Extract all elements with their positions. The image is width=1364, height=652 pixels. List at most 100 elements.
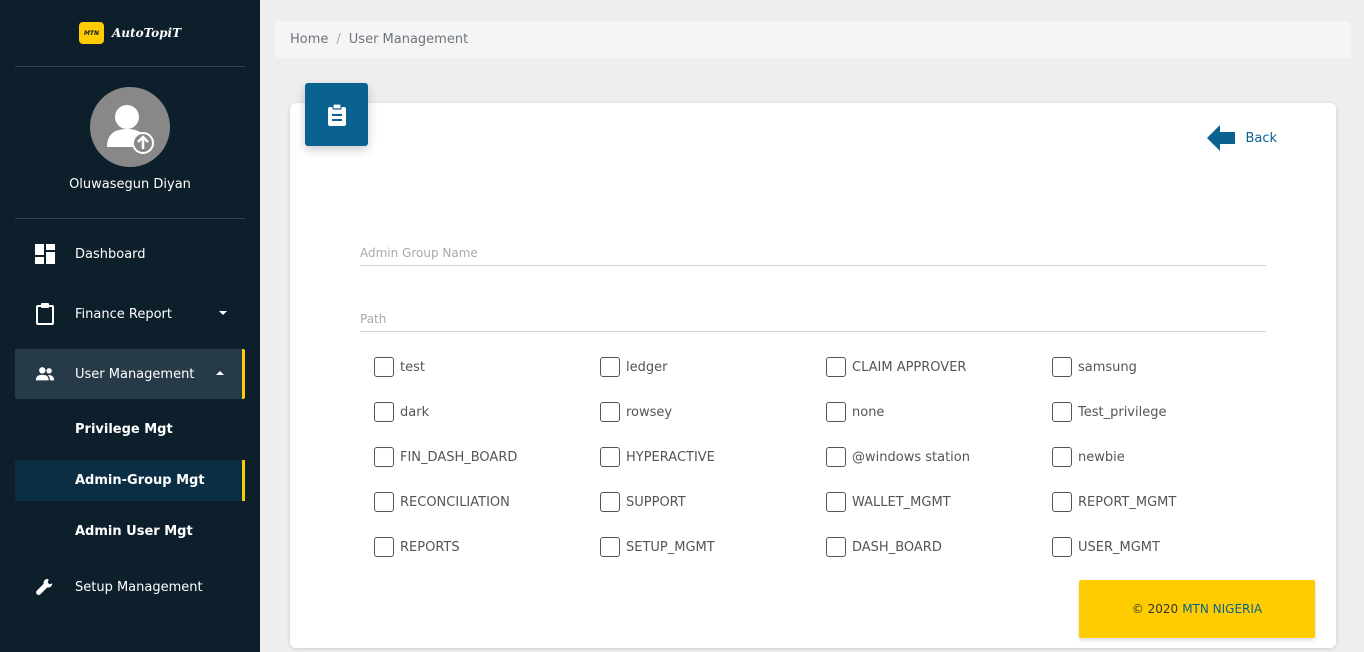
privilege-checkbox-item[interactable]: rowsey	[600, 400, 826, 424]
checkbox[interactable]	[600, 447, 620, 467]
checkbox[interactable]	[374, 447, 394, 467]
privilege-checkbox-item[interactable]: SUPPORT	[600, 490, 826, 514]
sidebar-item-label: User Management	[75, 366, 195, 382]
checkbox[interactable]	[600, 537, 620, 557]
checkbox-label: RECONCILIATION	[400, 494, 510, 510]
breadcrumb-current: User Management	[348, 32, 469, 47]
checkbox-label: WALLET_MGMT	[852, 494, 951, 510]
privilege-checkbox-item[interactable]: USER_MGMT	[1052, 535, 1278, 559]
checkbox[interactable]	[374, 492, 394, 512]
checkbox-label: rowsey	[626, 404, 673, 420]
sidebar-item-label: Finance Report	[75, 306, 172, 322]
checkbox[interactable]	[600, 492, 620, 512]
privilege-checkbox-item[interactable]: REPORT_MGMT	[1052, 490, 1278, 514]
privilege-checkbox-item[interactable]: REPORTS	[374, 535, 600, 559]
user-profile: Oluwasegun Diyan	[15, 67, 245, 219]
sidebar-subitem-privilege-mgt[interactable]: Privilege Mgt	[15, 409, 245, 450]
checkbox-label: DASH_BOARD	[852, 539, 942, 555]
sidebar-subitem-admin-user-mgt[interactable]: Admin User Mgt	[15, 511, 245, 552]
checkbox[interactable]	[1052, 537, 1072, 557]
checkbox[interactable]	[1052, 402, 1072, 422]
privilege-checkbox-item[interactable]: @windows station	[826, 445, 1052, 469]
checkbox[interactable]	[1052, 447, 1072, 467]
checkbox-label: newbie	[1078, 449, 1125, 465]
admin-group-name-field	[360, 236, 1266, 266]
sidebar-item-setup-management[interactable]: Setup Management	[15, 562, 245, 612]
checkbox-label: ledger	[626, 359, 668, 375]
sidebar-item-finance-report[interactable]: Finance Report	[15, 289, 245, 339]
checkbox[interactable]	[374, 402, 394, 422]
breadcrumb-separator: /	[336, 32, 341, 47]
privilege-checkbox-item[interactable]: ledger	[600, 355, 826, 379]
privilege-checkbox-item[interactable]: HYPERACTIVE	[600, 445, 826, 469]
footer-company-link[interactable]: MTN NIGERIA	[1182, 602, 1262, 616]
privilege-checkbox-item[interactable]: SETUP_MGMT	[600, 535, 826, 559]
sidebar-item-label: Setup Management	[75, 579, 203, 595]
checkbox-label: Test_privilege	[1078, 404, 1167, 420]
sidebar-subitem-label: Admin User Mgt	[75, 524, 193, 539]
sidebar-nav: Dashboard Finance Report User Management…	[0, 229, 260, 612]
privilege-checkbox-item[interactable]: dark	[374, 400, 600, 424]
caret-down-icon	[219, 311, 227, 315]
checkbox-label: dark	[400, 404, 430, 420]
back-label: Back	[1245, 130, 1277, 146]
checkbox-label: samsung	[1078, 359, 1137, 375]
caret-up-icon	[216, 371, 224, 375]
checkbox[interactable]	[374, 357, 394, 377]
user-upload-icon	[107, 105, 154, 154]
brand-name: AutoTopiT	[111, 26, 182, 40]
users-icon	[35, 364, 55, 384]
checkbox-label: REPORT_MGMT	[1078, 494, 1177, 510]
path-input[interactable]	[360, 302, 1266, 331]
privilege-checkbox-item[interactable]: test	[374, 355, 600, 379]
breadcrumb-home[interactable]: Home	[290, 32, 328, 47]
privilege-checkbox-item[interactable]: newbie	[1052, 445, 1278, 469]
checkbox[interactable]	[374, 537, 394, 557]
sidebar-item-label: Dashboard	[75, 246, 146, 262]
checkbox-label: SETUP_MGMT	[626, 539, 715, 555]
sidebar-subitem-admin-group-mgt[interactable]: Admin-Group Mgt	[15, 460, 245, 501]
checkbox-label: CLAIM APPROVER	[852, 359, 967, 375]
back-button[interactable]: Back	[1207, 125, 1277, 151]
footer-copyright: © 2020	[1131, 602, 1179, 616]
path-field	[360, 302, 1266, 332]
dashboard-icon	[35, 244, 55, 264]
checkbox-label: USER_MGMT	[1078, 539, 1160, 555]
checkbox[interactable]	[826, 537, 846, 557]
privilege-checkbox-item[interactable]: samsung	[1052, 355, 1278, 379]
arrow-left-icon	[1207, 125, 1236, 151]
checkbox[interactable]	[826, 402, 846, 422]
admin-group-form-card: Back test ledger CLAIM APPROVER samsung dark…	[290, 103, 1336, 648]
checkbox[interactable]	[1052, 492, 1072, 512]
checkbox[interactable]	[600, 402, 620, 422]
privilege-checkbox-item[interactable]: FIN_DASH_BOARD	[374, 445, 600, 469]
privilege-checkbox-item[interactable]: RECONCILIATION	[374, 490, 600, 514]
checkbox-label: test	[400, 359, 425, 375]
card-header-icon	[305, 83, 368, 146]
brand[interactable]: MTN AutoTopiT	[15, 0, 245, 67]
privilege-checkbox-item[interactable]: Test_privilege	[1052, 400, 1278, 424]
checkbox-label: HYPERACTIVE	[626, 449, 715, 465]
checkbox[interactable]	[826, 492, 846, 512]
privilege-checkbox-item[interactable]: none	[826, 400, 1052, 424]
privilege-checkbox-item[interactable]: WALLET_MGMT	[826, 490, 1052, 514]
checkbox[interactable]	[1052, 357, 1072, 377]
sidebar-item-user-management[interactable]: User Management	[15, 349, 245, 399]
clipboard-icon	[327, 103, 346, 126]
checkbox[interactable]	[826, 447, 846, 467]
mtn-logo: MTN	[78, 22, 104, 44]
footer: © 2020 MTN NIGERIA	[1079, 580, 1315, 638]
privilege-checkbox-item[interactable]: DASH_BOARD	[826, 535, 1052, 559]
privilege-checkbox-item[interactable]: CLAIM APPROVER	[826, 355, 1052, 379]
avatar[interactable]	[90, 87, 170, 167]
checkbox[interactable]	[826, 357, 846, 377]
checkbox-label: @windows station	[852, 449, 970, 465]
sidebar-item-dashboard[interactable]: Dashboard	[15, 229, 245, 279]
checkbox-label: none	[852, 404, 885, 420]
checkbox[interactable]	[600, 357, 620, 377]
user-name: Oluwasegun Diyan	[69, 177, 191, 192]
wrench-icon	[35, 577, 55, 597]
checkbox-label: REPORTS	[400, 539, 460, 555]
checkbox-label: FIN_DASH_BOARD	[400, 449, 518, 465]
admin-group-name-input[interactable]	[360, 236, 1266, 265]
